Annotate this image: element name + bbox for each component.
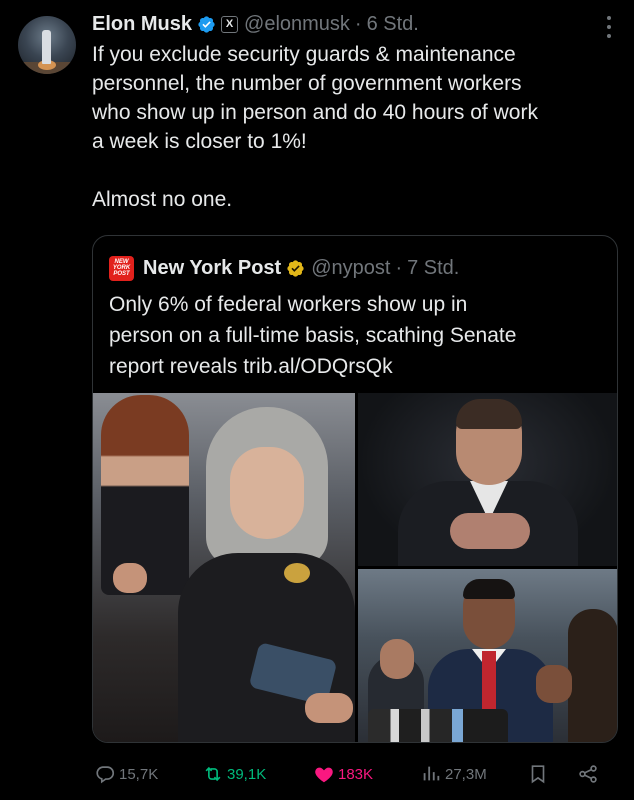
views-icon <box>423 766 440 781</box>
reply-icon <box>96 766 115 784</box>
repost-icon <box>205 766 221 782</box>
like-button[interactable]: 183K <box>313 756 373 792</box>
verified-badge-icon[interactable] <box>197 15 216 34</box>
quote-author-handle[interactable]: @nypost <box>311 257 390 280</box>
tweet-text: If you exclude security guards & mainten… <box>92 40 622 214</box>
author-handle[interactable]: @elonmusk <box>244 13 350 36</box>
reply-button[interactable]: 15,7K <box>94 756 158 792</box>
action-bar: 15,7K 39,1K 183K 27,3M <box>0 756 634 792</box>
bookmark-button[interactable] <box>527 756 552 792</box>
tweet-text-tail: Almost no one. <box>92 188 233 211</box>
views-button[interactable]: 27,3M <box>420 756 487 792</box>
bookmark-icon <box>531 765 545 784</box>
quote-header: NEW YORK POST New York Post @nypost · 7 St… <box>109 255 459 281</box>
separator: · <box>395 256 403 279</box>
separator: · <box>354 12 362 35</box>
tweet-text-line: a week is closer to 1%! <box>92 130 307 153</box>
quoted-tweet[interactable]: NEW YORK POST New York Post @nypost · 7 St… <box>92 235 618 743</box>
x-logo-icon[interactable]: X <box>221 15 239 33</box>
media-grid <box>93 393 617 742</box>
heart-icon <box>315 767 333 783</box>
quote-author-name[interactable]: New York Post <box>143 257 281 280</box>
more-dots-icon[interactable] <box>606 16 612 38</box>
quote-text-line: report reveals trib.al/ODQrsQk <box>109 355 393 378</box>
like-count: 183K <box>338 765 374 783</box>
share-button[interactable] <box>577 756 602 792</box>
avatar[interactable] <box>18 16 76 74</box>
nypost-logo[interactable]: NEW YORK POST <box>109 255 134 281</box>
quote-text-line: Only 6% of federal workers show up in <box>109 293 468 316</box>
rocket-image <box>42 30 51 64</box>
tweet-text-line: who show up in person and do 40 hours of… <box>92 101 538 124</box>
author-name[interactable]: Elon Musk <box>92 13 192 36</box>
photo-speaker-microphones[interactable] <box>358 569 617 742</box>
photo-man-dark-suit[interactable] <box>358 393 617 566</box>
timestamp[interactable]: 6 Std. <box>367 13 419 36</box>
views-count: 27,3M <box>445 765 487 783</box>
repost-count: 39,1K <box>227 765 267 783</box>
verified-badge-icon[interactable] <box>286 259 305 278</box>
quote-text: Only 6% of federal workers show up in pe… <box>109 289 609 382</box>
quote-timestamp[interactable]: 7 Std. <box>407 257 459 280</box>
repost-button[interactable]: 39,1K <box>202 756 266 792</box>
quote-text-line: person on a full-time basis, scathing Se… <box>109 324 517 347</box>
tweet-text-line: personnel, the number of government work… <box>92 72 522 95</box>
reply-count: 15,7K <box>119 765 159 783</box>
photo-senator-press[interactable] <box>93 393 355 742</box>
tweet-header: Elon Musk X @elonmusk · 6 Std. <box>92 10 419 38</box>
tweet-text-line: If you exclude security guards & mainten… <box>92 43 516 66</box>
share-icon <box>579 765 597 783</box>
